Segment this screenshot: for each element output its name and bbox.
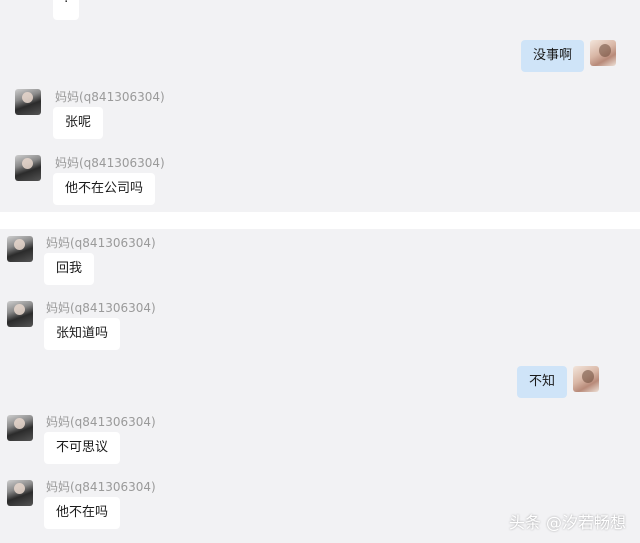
contact-avatar[interactable] [7,236,33,262]
panel-separator [0,212,640,229]
my-avatar[interactable] [590,40,616,66]
sender-name: 妈妈(q841306304) [46,480,156,494]
message-bubble-incoming: 张知道吗 [44,318,121,350]
message-bubble-outgoing: 不知 [517,366,568,398]
sender-name: 妈妈(q841306304) [46,301,156,315]
contact-avatar[interactable] [7,415,33,441]
message-bubble-incoming: 回我 [44,253,95,285]
my-avatar[interactable] [573,366,599,392]
sender-name: 妈妈(q841306304) [55,90,165,104]
message-bubble-incoming: 不可思议 [44,432,121,464]
message-bubble-incoming: 他不在吗 [44,497,121,529]
message-bubble-outgoing: 没事啊 [521,40,585,72]
message-bubble-cutoff: : [53,0,80,20]
contact-avatar[interactable] [15,89,41,115]
watermark-text: 头条 @汐若畅想 [508,513,626,532]
contact-avatar[interactable] [7,480,33,506]
message-bubble-incoming: 他不在公司吗 [53,173,156,205]
message-bubble-incoming: 张呢 [53,107,104,139]
sender-name: 妈妈(q841306304) [46,415,156,429]
contact-avatar[interactable] [7,301,33,327]
sender-name: 妈妈(q841306304) [46,236,156,250]
sender-name: 妈妈(q841306304) [55,156,165,170]
contact-avatar[interactable] [15,155,41,181]
